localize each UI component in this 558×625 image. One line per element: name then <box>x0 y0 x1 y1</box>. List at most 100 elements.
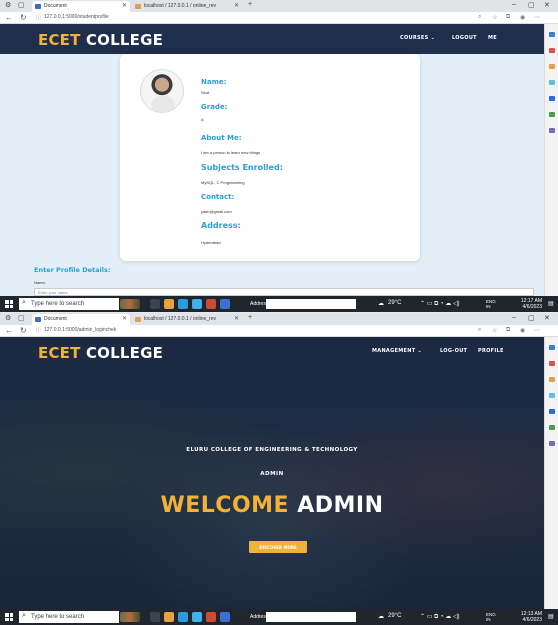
clock[interactable]: 12:17 AM 4/6/2023 <box>521 298 542 310</box>
edge-sidebar <box>544 24 558 296</box>
grade-value: A <box>201 117 204 122</box>
tray-icons[interactable]: ⌃ ▭ ⧉ ◔ ☁ ◁) <box>420 300 460 308</box>
url-field[interactable]: ⓘ 127.0.0.1:5000/admin_loginchek <box>36 327 476 335</box>
site-navbar: ECET COLLEGE MANAGEMENT ⌄ LOG-OUT PROFIL… <box>0 337 544 367</box>
zoom-icon[interactable]: ⌕ <box>478 14 481 21</box>
phpmyadmin-icon <box>135 317 141 322</box>
shopping-icon[interactable] <box>549 361 555 366</box>
more-icon[interactable]: ⋯ <box>534 327 540 334</box>
windows-taskbar: ⌕ Type here to search Address ☁ 29°C ⌃ ▭ … <box>0 296 558 312</box>
games-icon[interactable] <box>549 393 555 398</box>
settings-icon[interactable]: ⚙ <box>5 314 11 322</box>
vscode-icon[interactable] <box>220 299 230 309</box>
weather-icon[interactable]: ☁ <box>378 300 384 307</box>
windows-start-icon[interactable] <box>5 613 13 621</box>
edge-icon[interactable] <box>178 612 188 622</box>
clock[interactable]: 12:13 AM 4/6/2023 <box>521 611 542 623</box>
collections-icon[interactable]: ⧉ <box>506 14 510 21</box>
notifications-icon[interactable]: ▤ <box>548 300 554 307</box>
edge-icon[interactable] <box>178 299 188 309</box>
office-app-icon[interactable] <box>206 299 216 309</box>
tab-phpmyadmin[interactable]: localhost / 127.0.0.1 / online_rev ✕ <box>132 314 242 325</box>
weather-icon[interactable]: ☁ <box>378 613 384 620</box>
tools-icon[interactable] <box>549 377 555 382</box>
new-tab-icon[interactable]: + <box>248 314 252 321</box>
more-icon[interactable]: ⋯ <box>534 14 540 21</box>
file-explorer-icon[interactable] <box>164 299 174 309</box>
weather-temp: 29°C <box>388 613 402 619</box>
task-view-icon[interactable] <box>150 299 160 309</box>
games-icon[interactable] <box>549 80 555 85</box>
taskbar-address-field[interactable] <box>266 612 356 622</box>
close-tab-icon[interactable]: ✕ <box>234 2 239 9</box>
taskbar-address-field[interactable] <box>266 299 356 309</box>
settings-icon[interactable]: ⚙ <box>5 1 11 9</box>
address-label: Address: <box>201 221 241 230</box>
nav-logout[interactable]: LOGOUT <box>452 35 477 41</box>
outlook-icon[interactable] <box>549 425 555 430</box>
new-tab-icon[interactable]: + <box>248 1 252 8</box>
discover-more-button[interactable]: DISCOVER MORE <box>249 541 307 553</box>
close-tab-icon[interactable]: ✕ <box>122 2 127 9</box>
shopping-icon[interactable] <box>549 48 555 53</box>
nav-logout[interactable]: LOG-OUT <box>440 348 467 354</box>
profile-avatar-icon[interactable]: ◉ <box>520 327 525 334</box>
close-tab-icon[interactable]: ✕ <box>234 315 239 322</box>
windows-start-icon[interactable] <box>5 300 13 308</box>
reload-icon[interactable]: ↻ <box>20 326 27 335</box>
drop-icon[interactable] <box>549 128 555 133</box>
tab-document[interactable]: Document ✕ <box>32 314 130 325</box>
close-window-icon[interactable]: ✕ <box>544 314 550 322</box>
vscode-icon[interactable] <box>220 612 230 622</box>
taskbar-search[interactable]: ⌕ Type here to search <box>19 298 119 310</box>
favorite-icon[interactable]: ☆ <box>492 327 497 334</box>
favorite-icon[interactable]: ☆ <box>492 14 497 21</box>
office-app-icon[interactable] <box>206 612 216 622</box>
notifications-icon[interactable]: ▤ <box>548 613 554 620</box>
college-name: ELURU COLLEGE OF ENGINEERING & TECHNOLOG… <box>186 447 358 453</box>
search-icon[interactable] <box>549 345 555 350</box>
nav-profile[interactable]: PROFILE <box>478 348 504 354</box>
minimize-icon[interactable]: – <box>512 1 516 8</box>
office-icon[interactable] <box>549 409 555 414</box>
maximize-icon[interactable]: ▢ <box>528 314 535 322</box>
tab-document[interactable]: Document ✕ <box>32 1 130 12</box>
nav-management[interactable]: MANAGEMENT ⌄ <box>372 348 422 354</box>
zoom-icon[interactable]: ⌕ <box>478 327 481 334</box>
reload-icon[interactable]: ↻ <box>20 13 27 22</box>
store-icon[interactable] <box>192 612 202 622</box>
tray-icons[interactable]: ⌃ ▭ ⧉ ◔ ☁ ◁) <box>420 613 460 621</box>
brand-logo[interactable]: ECET COLLEGE <box>38 344 163 362</box>
subjects-label: Subjects Enrolled: <box>201 163 283 172</box>
url-field[interactable]: ⓘ 127.0.0.1:5000/studentprofile <box>36 14 476 22</box>
language-indicator[interactable]: ENG IN <box>486 612 496 622</box>
tab-actions-icon[interactable]: ▢ <box>18 314 25 322</box>
minimize-icon[interactable]: – <box>512 314 516 321</box>
close-tab-icon[interactable]: ✕ <box>122 315 127 322</box>
maximize-icon[interactable]: ▢ <box>528 1 535 9</box>
name-input[interactable]: Enter your name <box>34 288 534 296</box>
outlook-icon[interactable] <box>549 112 555 117</box>
nav-courses[interactable]: COURSES ⌄ <box>400 35 435 41</box>
office-icon[interactable] <box>549 96 555 101</box>
role-label: ADMIN <box>260 471 284 477</box>
nav-me[interactable]: ME <box>488 35 497 41</box>
about-label: About Me: <box>201 134 242 142</box>
close-window-icon[interactable]: ✕ <box>544 1 550 9</box>
search-icon[interactable] <box>549 32 555 37</box>
brand-logo[interactable]: ECET COLLEGE <box>38 31 163 49</box>
tab-phpmyadmin[interactable]: localhost / 127.0.0.1 / online_rev ✕ <box>132 1 242 12</box>
back-icon[interactable]: ← <box>5 326 13 335</box>
back-icon[interactable]: ← <box>5 13 13 22</box>
file-explorer-icon[interactable] <box>164 612 174 622</box>
form-name-label: Name: <box>34 280 46 285</box>
drop-icon[interactable] <box>549 441 555 446</box>
tools-icon[interactable] <box>549 64 555 69</box>
profile-avatar-icon[interactable]: ◉ <box>520 14 525 21</box>
task-view-icon[interactable] <box>150 612 160 622</box>
collections-icon[interactable]: ⧉ <box>506 327 510 334</box>
language-indicator[interactable]: ENG IN <box>486 299 496 309</box>
store-icon[interactable] <box>192 299 202 309</box>
tab-actions-icon[interactable]: ▢ <box>18 1 25 9</box>
taskbar-search[interactable]: ⌕ Type here to search <box>19 611 119 623</box>
